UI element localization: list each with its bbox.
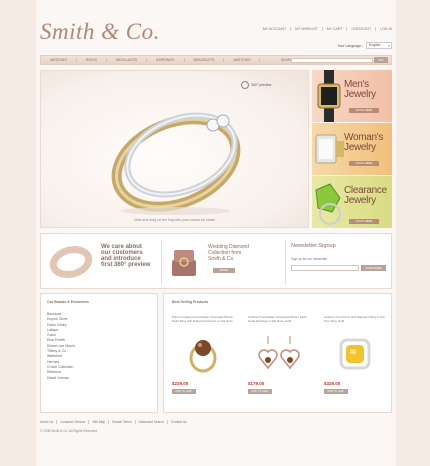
language-select[interactable]: English ▾ <box>366 42 392 49</box>
footer-links: About Us Customer Service Site Map Searc… <box>40 420 392 424</box>
nav-item-bracelets[interactable]: BRACELETS <box>185 58 225 62</box>
divider <box>161 240 162 284</box>
product-card: Cushion-Cut Citrine and Diamond Ring in … <box>324 316 386 408</box>
product-description[interactable]: Cultured Freshwater Chocolate Brown Pear… <box>248 316 310 332</box>
clearance-ring-image <box>315 183 341 225</box>
my-account-link[interactable]: MY ACCOUNT <box>259 27 286 31</box>
newsletter-email-input[interactable] <box>291 265 359 271</box>
footer-link-site-map[interactable]: Site Map <box>92 420 110 424</box>
ring-box-image <box>172 250 196 276</box>
footer: About Us Customer Service Site Map Searc… <box>40 420 392 433</box>
promo-clearance-button[interactable]: CLICK HERE <box>349 219 379 224</box>
hero-caption: Click and drag on the ring with your mou… <box>133 218 216 222</box>
brands-panel: Our Brands & Exclusives Baccarat Empire … <box>40 293 158 413</box>
ring-image <box>111 112 241 215</box>
promo-womans-button[interactable]: CLICK HERE <box>349 161 379 166</box>
subscribe-button[interactable]: SUBSCRIBE <box>361 265 386 271</box>
footer-link-about[interactable]: About Us <box>40 420 58 424</box>
promo-mens-title: Men's Jewelry <box>344 79 376 100</box>
newsletter-title: Newsletter Signup <box>291 243 336 249</box>
product-price: $329.00 <box>324 381 341 386</box>
checkout-link[interactable]: CHECKOUT <box>346 27 371 31</box>
copyright: © 2008 Smith & Co. All Rights Reserved. <box>40 429 98 433</box>
brand-item[interactable]: David Yurman <box>47 376 151 381</box>
footer-link-contact[interactable]: Contact Us <box>171 420 190 424</box>
log-in-link[interactable]: LOG IN <box>375 27 392 31</box>
divider <box>285 240 286 284</box>
language-selected: English <box>369 43 381 47</box>
nav-item-watches[interactable]: WATCHES <box>224 58 261 62</box>
chevron-down-icon: ▾ <box>387 43 390 48</box>
my-wishlist-link[interactable]: MY WISHLIST <box>290 27 318 31</box>
footer-link-customer-service[interactable]: Customer Service <box>60 420 90 424</box>
promo-mens-button[interactable]: CLICK HERE <box>349 108 379 113</box>
wedding-collection-text: Wedding Diamond Collection from Smith & … <box>208 244 250 262</box>
top-links: MY ACCOUNT MY WISHLIST MY CART CHECKOUT … <box>259 27 392 31</box>
nav-item-rings[interactable]: RINGS <box>77 58 108 62</box>
footer-link-search-terms[interactable]: Search Terms <box>112 420 136 424</box>
add-to-cart-button[interactable]: ADD TO CART <box>248 389 272 394</box>
add-to-cart-button[interactable]: ADD TO CART <box>172 389 196 394</box>
care-message: We care about our customers and introduc… <box>101 244 151 268</box>
brands-title: Our Brands & Exclusives <box>47 300 89 304</box>
promo-clearance-title: Clearance Jewelry <box>344 185 387 206</box>
product-description[interactable]: 8-9mm Cultured Freshwater Chocolate Brow… <box>172 316 234 332</box>
band-ring-image <box>49 246 93 278</box>
promo-clearance-jewelry[interactable]: Clearance Jewelry CLICK HERE <box>312 176 392 228</box>
main-nav: WEDDING RINGS NECKLACES EARRINGS BRACELE… <box>40 55 392 65</box>
page: Smith & Co. MY ACCOUNT MY WISHLIST MY CA… <box>36 0 396 466</box>
hero-ring-viewer[interactable]: 360° preview Click and drag on the ring … <box>40 70 309 228</box>
pearl-ring-image[interactable] <box>172 334 234 374</box>
nav-item-wedding[interactable]: WEDDING <box>41 58 77 62</box>
citrine-ring-image[interactable] <box>324 334 386 374</box>
nav-item-earrings[interactable]: EARRINGS <box>147 58 185 62</box>
mens-watch-image <box>317 70 341 122</box>
product-description[interactable]: Cushion-Cut Citrine and Diamond Ring in … <box>324 316 386 332</box>
language-label: Your Language : <box>337 43 363 48</box>
logo[interactable]: Smith & Co. <box>40 19 160 45</box>
promo-womans-jewelry[interactable]: Woman's Jewelry CLICK HERE <box>312 123 392 175</box>
best-selling-panel: Best Selling Products 8-9mm Cultured Fre… <box>163 293 392 413</box>
search-input[interactable] <box>291 58 373 63</box>
wedding-more-button[interactable]: MORE <box>213 268 235 273</box>
nav-item-necklaces[interactable]: NECKLACES <box>107 58 148 62</box>
add-to-cart-button[interactable]: ADD TO CART <box>324 389 348 394</box>
language-bar: Your Language : English ▾ <box>337 42 392 49</box>
product-card: 8-9mm Cultured Freshwater Chocolate Brow… <box>172 316 234 408</box>
product-card: Cultured Freshwater Chocolate Brown Pear… <box>248 316 310 408</box>
newsletter-subtitle: Sign up for our newsletter <box>291 257 328 261</box>
best-selling-title: Best Selling Products <box>172 300 209 304</box>
product-price: $229.00 <box>172 381 189 386</box>
my-cart-link[interactable]: MY CART <box>321 27 342 31</box>
pearl-heart-earrings-image[interactable] <box>248 334 310 374</box>
product-price: $179.00 <box>248 381 265 386</box>
search-go-button[interactable]: GO <box>374 57 388 63</box>
footer-link-advanced-search[interactable]: Advanced Search <box>139 420 168 424</box>
features-strip: We care about our customers and introduc… <box>40 233 392 289</box>
promo-womans-title: Woman's Jewelry <box>344 132 384 153</box>
womans-watch-image <box>315 134 344 164</box>
promo-mens-jewelry[interactable]: Men's Jewelry CLICK HERE <box>312 70 392 122</box>
brands-list: Baccarat Empire Silver Frank Gehry Laliq… <box>47 312 151 381</box>
